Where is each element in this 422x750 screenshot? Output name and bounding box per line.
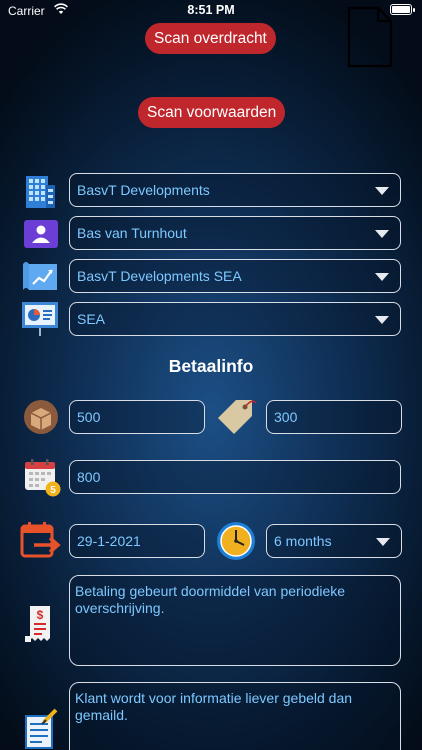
- service-value: SEA: [77, 311, 106, 327]
- service-dropdown[interactable]: SEA: [69, 302, 401, 336]
- chevron-down-icon: [375, 273, 389, 281]
- contact-card-icon: [24, 220, 58, 248]
- contact-notes-value: Klant wordt voor informatie liever gebel…: [75, 690, 353, 723]
- project-dropdown[interactable]: BasvT Developments SEA: [69, 259, 401, 293]
- project-value: BasvT Developments SEA: [77, 268, 242, 284]
- cardboard-box-icon: [24, 400, 58, 434]
- payment-info-heading: Betaalinfo: [168, 356, 254, 376]
- amount-value: 500: [77, 409, 101, 425]
- duration-dropdown[interactable]: 6 months: [266, 524, 402, 558]
- company-dropdown[interactable]: BasvT Developments: [69, 173, 401, 207]
- scan-terms-button[interactable]: Scan voorwaarden: [138, 97, 286, 128]
- svg-text:$: $: [37, 608, 44, 622]
- duration-value: 6 months: [274, 533, 332, 549]
- payment-terms-value: Betaling gebeurt doormiddel van periodie…: [75, 583, 346, 616]
- chevron-down-icon: [376, 538, 390, 546]
- contact-value: Bas van Turnhout: [77, 225, 187, 241]
- price-tag-icon: [218, 400, 257, 434]
- price-value: 300: [274, 409, 298, 425]
- calendar-badge-icon: 5: [25, 459, 61, 497]
- contact-notes-textarea[interactable]: Klant wordt voor informatie liever gebel…: [69, 682, 401, 750]
- notepad-icon: [25, 708, 58, 749]
- company-value: BasvT Developments: [77, 182, 210, 198]
- chevron-down-icon: [375, 187, 389, 195]
- amount-input[interactable]: 500: [69, 400, 205, 434]
- clock-icon: [217, 522, 255, 560]
- contact-dropdown[interactable]: Bas van Turnhout: [69, 216, 401, 250]
- total-value: 800: [77, 469, 101, 485]
- chart-blueprint-icon: [23, 262, 57, 290]
- payment-terms-textarea[interactable]: Betaling gebeurt doormiddel van periodie…: [69, 575, 401, 666]
- start-date-value: 29-1-2021: [77, 533, 141, 549]
- presentation-icon: [22, 302, 58, 336]
- chevron-down-icon: [375, 316, 389, 324]
- document-icon[interactable]: [346, 6, 394, 68]
- start-date-input[interactable]: 29-1-2021: [69, 524, 205, 558]
- price-input[interactable]: 300: [266, 400, 402, 434]
- total-input[interactable]: 800: [69, 460, 401, 494]
- scan-transfer-button[interactable]: Scan overdracht: [145, 23, 276, 54]
- building-icon: [26, 176, 55, 208]
- svg-text:5: 5: [50, 485, 56, 496]
- receipt-icon: $: [25, 606, 50, 642]
- chevron-down-icon: [375, 230, 389, 238]
- calendar-export-icon: [20, 522, 61, 558]
